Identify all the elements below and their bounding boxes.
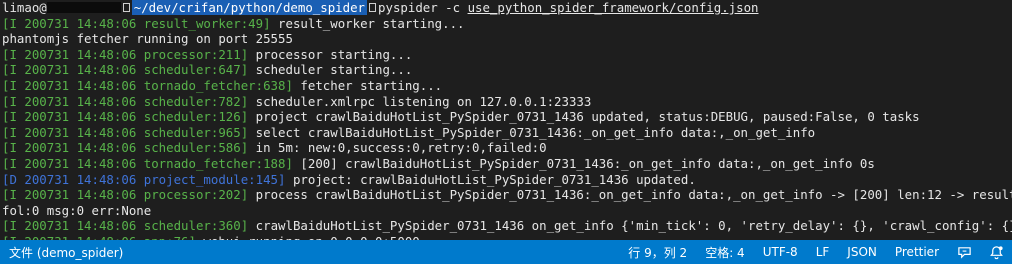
log-tag: [I 200731 14:48:06 processor:211] bbox=[2, 46, 249, 62]
log-message: scheduler.xmlrpc listening on 127.0.0.1:… bbox=[248, 93, 592, 109]
log-line: [I 200731 14:48:06 tornado_fetcher:638] … bbox=[0, 78, 1012, 94]
log-message: crawlBaiduHotList_PySpider_0731_1436 on_… bbox=[248, 218, 1012, 234]
feedback-icon[interactable] bbox=[948, 244, 980, 260]
status-indentation[interactable]: 空格: 4 bbox=[696, 244, 754, 261]
log-line: [I 200731 14:48:06 scheduler:965] select… bbox=[0, 125, 1012, 141]
log-line: [I 200731 14:48:06 scheduler:360] crawlB… bbox=[0, 218, 1012, 234]
prompt-separator-icon bbox=[369, 3, 377, 12]
log-tag: [I 200731 14:48:06 processor:202] bbox=[2, 187, 249, 203]
log-tag: [I 200731 14:48:06 scheduler:965] bbox=[2, 124, 249, 140]
status-folder-label[interactable]: 文件 (demo_spider) bbox=[0, 244, 132, 261]
log-message: in 5m: new:0,success:0,retry:0,failed:0 bbox=[248, 140, 547, 156]
prompt-user: limao@ bbox=[2, 0, 47, 15]
log-line: [I 200731 14:48:06 scheduler:782] schedu… bbox=[0, 94, 1012, 110]
log-tag: [D 200731 14:48:06 project_module:145] bbox=[2, 171, 286, 187]
log-tag: [I 200731 14:48:06 scheduler:647] bbox=[2, 62, 249, 78]
log-tag: [I 200731 14:48:06 result_worker:49] bbox=[2, 15, 271, 31]
log-message: result_worker starting... bbox=[270, 15, 465, 31]
log-message: select crawlBaiduHotList_PySpider_0731_1… bbox=[248, 124, 816, 140]
status-formatter[interactable]: Prettier bbox=[886, 245, 948, 259]
notifications-icon[interactable] bbox=[980, 244, 1012, 260]
log-line: [I 200731 14:48:06 scheduler:126] projec… bbox=[0, 109, 1012, 125]
log-tag: [I 200731 14:48:06 tornado_fetcher:188] bbox=[2, 155, 293, 171]
command-text: pyspider -c bbox=[378, 0, 468, 15]
log-message: processor starting... bbox=[248, 46, 413, 62]
status-eol[interactable]: LF bbox=[807, 245, 839, 259]
log-line: fol:0 msg:0 err:None bbox=[0, 203, 1012, 219]
log-tag: [I 200731 14:48:06 scheduler:782] bbox=[2, 93, 249, 109]
log-message: phantomjs fetcher running on port 25555 bbox=[2, 31, 293, 47]
log-tag: [I 200731 14:48:06 scheduler:360] bbox=[2, 218, 249, 234]
prompt-path: ~/dev/crifan/python/demo_spider bbox=[131, 0, 368, 15]
log-message: [200] crawlBaiduHotList_PySpider_0731_14… bbox=[292, 155, 875, 171]
log-message: fol:0 msg:0 err:None bbox=[2, 202, 152, 218]
log-line: [I 200731 14:48:06 scheduler:586] in 5m:… bbox=[0, 140, 1012, 156]
redacted-hostname bbox=[46, 2, 121, 13]
log-line: phantomjs fetcher running on port 25555 bbox=[0, 31, 1012, 47]
log-line: [I 200731 14:48:06 result_worker:49] res… bbox=[0, 16, 1012, 32]
terminal-panel[interactable]: limao@ ~/dev/crifan/python/demo_spider pys… bbox=[0, 0, 1012, 240]
log-tag: [I 200731 14:48:06 scheduler:586] bbox=[2, 140, 249, 156]
terminal-log: [I 200731 14:48:06 result_worker:49] res… bbox=[0, 16, 1012, 240]
log-line: [D 200731 14:48:06 project_module:145] p… bbox=[0, 172, 1012, 188]
status-encoding[interactable]: UTF-8 bbox=[754, 245, 807, 259]
log-line: [I 200731 14:48:06 scheduler:647] schedu… bbox=[0, 62, 1012, 78]
command-arg-link[interactable]: use_python_spider_framework/config.json bbox=[468, 0, 759, 15]
log-message: process crawlBaiduHotList_PySpider_0731_… bbox=[248, 187, 1012, 203]
log-tag: [I 200731 14:48:06 scheduler:126] bbox=[2, 109, 249, 125]
status-cursor-position[interactable]: 行 9，列 2 bbox=[619, 244, 696, 261]
log-message: project crawlBaiduHotList_PySpider_0731_… bbox=[248, 109, 920, 125]
terminal-prompt-line: limao@ ~/dev/crifan/python/demo_spider pys… bbox=[0, 0, 1012, 16]
log-line: [I 200731 14:48:06 tornado_fetcher:188] … bbox=[0, 156, 1012, 172]
log-message: scheduler starting... bbox=[248, 62, 413, 78]
log-message: fetcher starting... bbox=[292, 77, 443, 93]
log-line: [I 200731 14:48:06 processor:202] proces… bbox=[0, 187, 1012, 203]
log-tag: [I 200731 14:48:06 tornado_fetcher:638] bbox=[2, 77, 293, 93]
status-bar: 文件 (demo_spider) 行 9，列 2 空格: 4 UTF-8 LF … bbox=[0, 240, 1012, 264]
log-message: project: crawlBaiduHotList_PySpider_0731… bbox=[285, 171, 696, 187]
status-language[interactable]: JSON bbox=[838, 245, 886, 259]
log-line: [I 200731 14:48:06 processor:211] proces… bbox=[0, 47, 1012, 63]
prompt-separator-icon bbox=[122, 3, 130, 12]
